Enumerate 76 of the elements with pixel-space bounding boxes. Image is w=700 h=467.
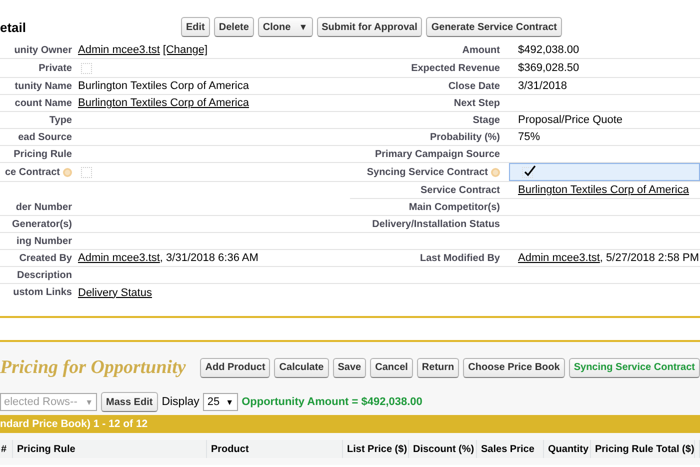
field-value: $492,038.00 — [518, 44, 580, 56]
field-label: Delivery/Installation Status — [372, 218, 500, 230]
mass-edit-button[interactable]: Mass Edit — [101, 392, 158, 412]
field-label: Amount — [462, 44, 500, 56]
action-button[interactable]: Clone ▼ — [258, 17, 313, 37]
field-label: Primary Campaign Source — [374, 148, 500, 160]
section-title: etail — [0, 18, 28, 34]
action-button[interactable]: Save — [332, 358, 366, 378]
field-label: Description — [16, 270, 72, 280]
table-caption-bar: ndard Price Book) 1 - 12 of 12 — [0, 415, 700, 433]
column-header[interactable]: Sales Price — [477, 440, 544, 458]
field-label: Service Contract — [420, 184, 500, 196]
field-value: 75% — [518, 131, 540, 143]
column-header[interactable]: Discount (%) — [409, 440, 477, 458]
caret-icon: ▼ — [226, 398, 234, 406]
field-value: Burlington Textiles Corp of America — [78, 80, 249, 92]
display-label: Display — [162, 396, 200, 408]
action-button[interactable]: Generate Service Contract — [426, 17, 562, 37]
action-button[interactable]: Choose Price Book — [463, 358, 565, 378]
action-button[interactable]: Edit — [181, 17, 210, 37]
record-link[interactable]: Burlington Textiles Corp of America — [78, 97, 249, 109]
record-link[interactable]: Admin mcee3.tst — [78, 252, 160, 264]
column-header[interactable]: Quantity — [544, 440, 591, 458]
field-label: Expected Revenue — [411, 62, 500, 74]
action-button[interactable]: Add Product — [200, 358, 270, 378]
record-link[interactable]: Burlington Textiles Corp of America — [518, 184, 689, 196]
record-link[interactable]: Admin mcee3.tst — [518, 252, 600, 264]
field-label: ead Source — [18, 132, 72, 142]
field-value: Proposal/Price Quote — [518, 114, 623, 126]
field-label: count Name — [14, 98, 72, 108]
field-label: Close Date — [448, 80, 500, 92]
section-title: Pricing for Opportunity — [0, 356, 187, 378]
help-icon[interactable] — [491, 168, 500, 176]
field-label: Last Modified By — [420, 252, 500, 264]
column-header[interactable]: Pricing Rule — [13, 440, 207, 458]
field-label: Stage — [472, 114, 500, 126]
field-label: unity Owner — [14, 44, 72, 56]
caret-icon: ▼ — [85, 398, 93, 406]
action-button[interactable]: Calculate — [274, 358, 329, 378]
field-label: tunity Name — [14, 80, 72, 92]
column-header[interactable]: # — [0, 440, 13, 458]
action-button[interactable]: Submit for Approval — [316, 17, 422, 37]
checkbox[interactable] — [81, 166, 92, 178]
field-label: Type — [49, 114, 72, 126]
field-label: ustom Links — [13, 287, 72, 298]
column-header[interactable]: Pricing Rule Total ($) — [591, 440, 695, 458]
field-highlight[interactable] — [509, 163, 700, 181]
caret-icon: ▼ — [298, 22, 308, 32]
opportunity-amount: Opportunity Amount = $492,038.00 — [242, 396, 422, 408]
field-value: 3/31/2018 — [518, 80, 567, 92]
column-header[interactable]: Product — [207, 440, 343, 458]
field-label: Main Competitor(s) — [408, 202, 500, 212]
field-label: Syncing Service Contract — [366, 166, 488, 178]
field-label: der Number — [16, 202, 72, 212]
checkbox[interactable] — [522, 166, 533, 178]
page-size-dropdown[interactable]: 25 ▼ — [203, 393, 238, 411]
field-label: ing Number — [16, 236, 72, 246]
field-label: Private — [38, 62, 72, 74]
field-label: Generator(s) — [12, 218, 72, 230]
field-label: Pricing Rule — [14, 148, 72, 160]
field-value: $369,028.50 — [518, 62, 580, 74]
action-button[interactable]: Cancel — [370, 358, 413, 378]
action-button[interactable]: Return — [416, 358, 460, 378]
checkbox[interactable] — [81, 62, 92, 74]
help-icon[interactable] — [63, 168, 72, 176]
field-label: Created By — [19, 252, 72, 264]
column-header[interactable]: List Price ($) — [343, 440, 409, 458]
field-value: , 3/31/2018 6:36 AM — [160, 252, 258, 264]
field-label: ce Contract — [4, 166, 60, 178]
record-link[interactable]: Delivery Status — [78, 286, 152, 298]
action-button[interactable]: Delete — [214, 17, 254, 37]
record-link[interactable]: Admin mcee3.tst — [78, 44, 160, 56]
field-label: Next Step — [454, 98, 500, 108]
field-label: Probability (%) — [430, 132, 500, 142]
record-link[interactable]: [Change] — [162, 44, 208, 56]
field-value: , 5/27/2018 2:58 PM — [600, 252, 699, 264]
